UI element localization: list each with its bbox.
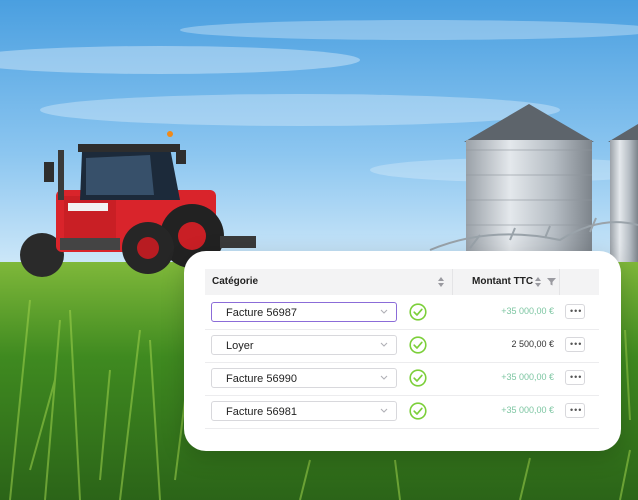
category-select[interactable]: Facture 56990 (211, 368, 397, 388)
category-column-header[interactable]: Catégorie (212, 276, 258, 287)
more-options-button[interactable]: ••• (565, 403, 585, 418)
more-options-button[interactable]: ••• (565, 337, 585, 352)
table-row: Facture 56990 +35 000,00 € ••• (205, 362, 599, 396)
check-circle-icon[interactable] (409, 336, 427, 354)
amount-value: +35 000,00 € (501, 372, 554, 382)
more-options-button[interactable]: ••• (565, 370, 585, 385)
amount-column-header[interactable]: Montant TTC (472, 276, 533, 287)
chevron-down-icon (380, 375, 388, 380)
table-row: Facture 56987 +35 000,00 € ••• (205, 296, 599, 330)
table-row: Loyer 2 500,00 € ••• (205, 329, 599, 363)
sort-arrows-icon[interactable] (534, 276, 542, 288)
amount-value: +35 000,00 € (501, 306, 554, 316)
chevron-down-icon (380, 408, 388, 413)
column-divider (452, 269, 453, 295)
table-header: Catégorie Montant TTC (205, 269, 599, 295)
check-circle-icon[interactable] (409, 369, 427, 387)
more-horizontal-icon: ••• (570, 339, 583, 349)
category-select-value: Loyer (226, 340, 254, 352)
more-options-button[interactable]: ••• (565, 304, 585, 319)
more-horizontal-icon: ••• (570, 306, 583, 316)
category-select-value: Facture 56987 (226, 307, 297, 319)
chevron-down-icon (380, 309, 388, 314)
category-select-value: Facture 56981 (226, 406, 297, 418)
column-divider (559, 269, 560, 295)
transactions-card: Catégorie Montant TTC Facture 56987 +35 … (184, 251, 621, 451)
amount-value: 2 500,00 € (511, 339, 554, 349)
more-horizontal-icon: ••• (570, 372, 583, 382)
more-horizontal-icon: ••• (570, 405, 583, 415)
table-row: Facture 56981 +35 000,00 € ••• (205, 395, 599, 429)
check-circle-icon[interactable] (409, 402, 427, 420)
filter-icon[interactable] (547, 277, 556, 286)
category-select[interactable]: Facture 56981 (211, 401, 397, 421)
sort-arrows-icon[interactable] (437, 276, 445, 288)
category-select-value: Facture 56990 (226, 373, 297, 385)
chevron-down-icon (380, 342, 388, 347)
amount-value: +35 000,00 € (501, 405, 554, 415)
category-select[interactable]: Loyer (211, 335, 397, 355)
category-select[interactable]: Facture 56987 (211, 302, 397, 322)
check-circle-icon[interactable] (409, 303, 427, 321)
